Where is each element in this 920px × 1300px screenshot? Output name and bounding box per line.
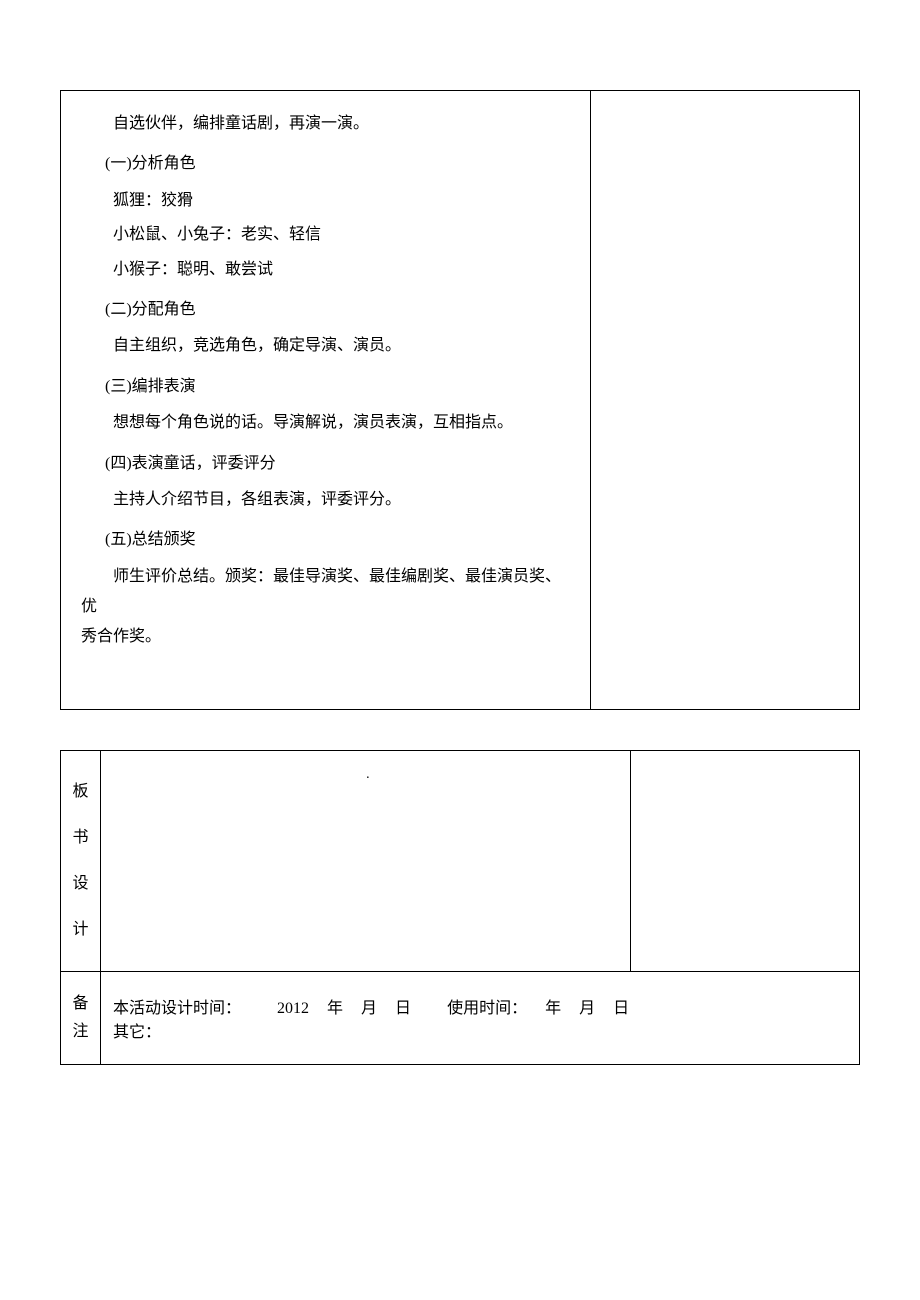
use-year-label: 年 <box>545 1000 561 1017</box>
design-month-label: 月 <box>361 1000 377 1017</box>
section-3-body: 想想每个角色说的话。导演解说，演员表演，互相指点。 <box>81 408 570 438</box>
section-2-body: 自主组织，竞选角色，确定导演、演员。 <box>81 331 570 361</box>
section-4-body: 主持人介绍节目，各组表演，评委评分。 <box>81 485 570 515</box>
design-year-value: 2012 <box>277 1000 309 1017</box>
board-char-4: 计 <box>61 907 100 953</box>
board-char-2: 书 <box>61 815 100 861</box>
section-5-body-line2: 秀合作奖。 <box>81 622 570 652</box>
use-day-label: 日 <box>613 1000 629 1017</box>
board-design-label-cell: 板 书 设 计 <box>61 750 101 971</box>
remarks-content-cell: 本活动设计时间： 2012 年 月 日 使用时间： 年 月 日 其它： <box>101 971 860 1064</box>
lesson-content-cell: 自选伙伴，编排童话剧，再演一演。 (一)分析角色 狐狸：狡猾 小松鼠、小兔子：老… <box>61 91 591 710</box>
section-4-heading: (四)表演童话，评委评分 <box>81 449 570 479</box>
remarks-line-1: 本活动设计时间： 2012 年 月 日 使用时间： 年 月 日 <box>113 994 847 1018</box>
use-time-prefix: 使用时间： <box>447 1000 527 1017</box>
section-2-heading: (二)分配角色 <box>81 295 570 325</box>
design-day-label: 日 <box>395 1000 411 1017</box>
section-3-heading: (三)编排表演 <box>81 372 570 402</box>
section-5-body: 师生评价总结。颁奖：最佳导演奖、最佳编剧奖、最佳演员奖、优 秀合作奖。 <box>81 562 570 653</box>
board-design-content-cell: · <box>101 750 631 971</box>
section-1-line-2: 小松鼠、小兔子：老实、轻信 <box>113 220 570 250</box>
design-year-label: 年 <box>327 1000 343 1017</box>
remarks-line-2: 其它： <box>113 1018 847 1042</box>
board-char-3: 设 <box>61 861 100 907</box>
section-1-line-3: 小猴子：聪明、敢尝试 <box>113 255 570 285</box>
footer-table: 板 书 设 计 · 备 注 本活动设计时间： 2012 年 月 日 使用时间： 年 月 日 其它… <box>60 750 860 1065</box>
dot-mark: · <box>366 771 371 787</box>
board-design-side-cell <box>631 750 860 971</box>
remarks-char-2: 注 <box>61 1018 100 1046</box>
intro-line: 自选伙伴，编排童话剧，再演一演。 <box>81 109 570 139</box>
design-time-prefix: 本活动设计时间： <box>113 1000 241 1017</box>
section-5-heading: (五)总结颁奖 <box>81 525 570 555</box>
content-table: 自选伙伴，编排童话剧，再演一演。 (一)分析角色 狐狸：狡猾 小松鼠、小兔子：老… <box>60 90 860 710</box>
remarks-label-cell: 备 注 <box>61 971 101 1064</box>
section-1-heading: (一)分析角色 <box>81 149 570 179</box>
remarks-char-1: 备 <box>61 990 100 1018</box>
use-month-label: 月 <box>579 1000 595 1017</box>
board-char-1: 板 <box>61 769 100 815</box>
content-side-cell <box>591 91 860 710</box>
section-5-body-line1: 师生评价总结。颁奖：最佳导演奖、最佳编剧奖、最佳演员奖、优 <box>81 568 561 615</box>
section-1-line-1: 狐狸：狡猾 <box>113 186 570 216</box>
